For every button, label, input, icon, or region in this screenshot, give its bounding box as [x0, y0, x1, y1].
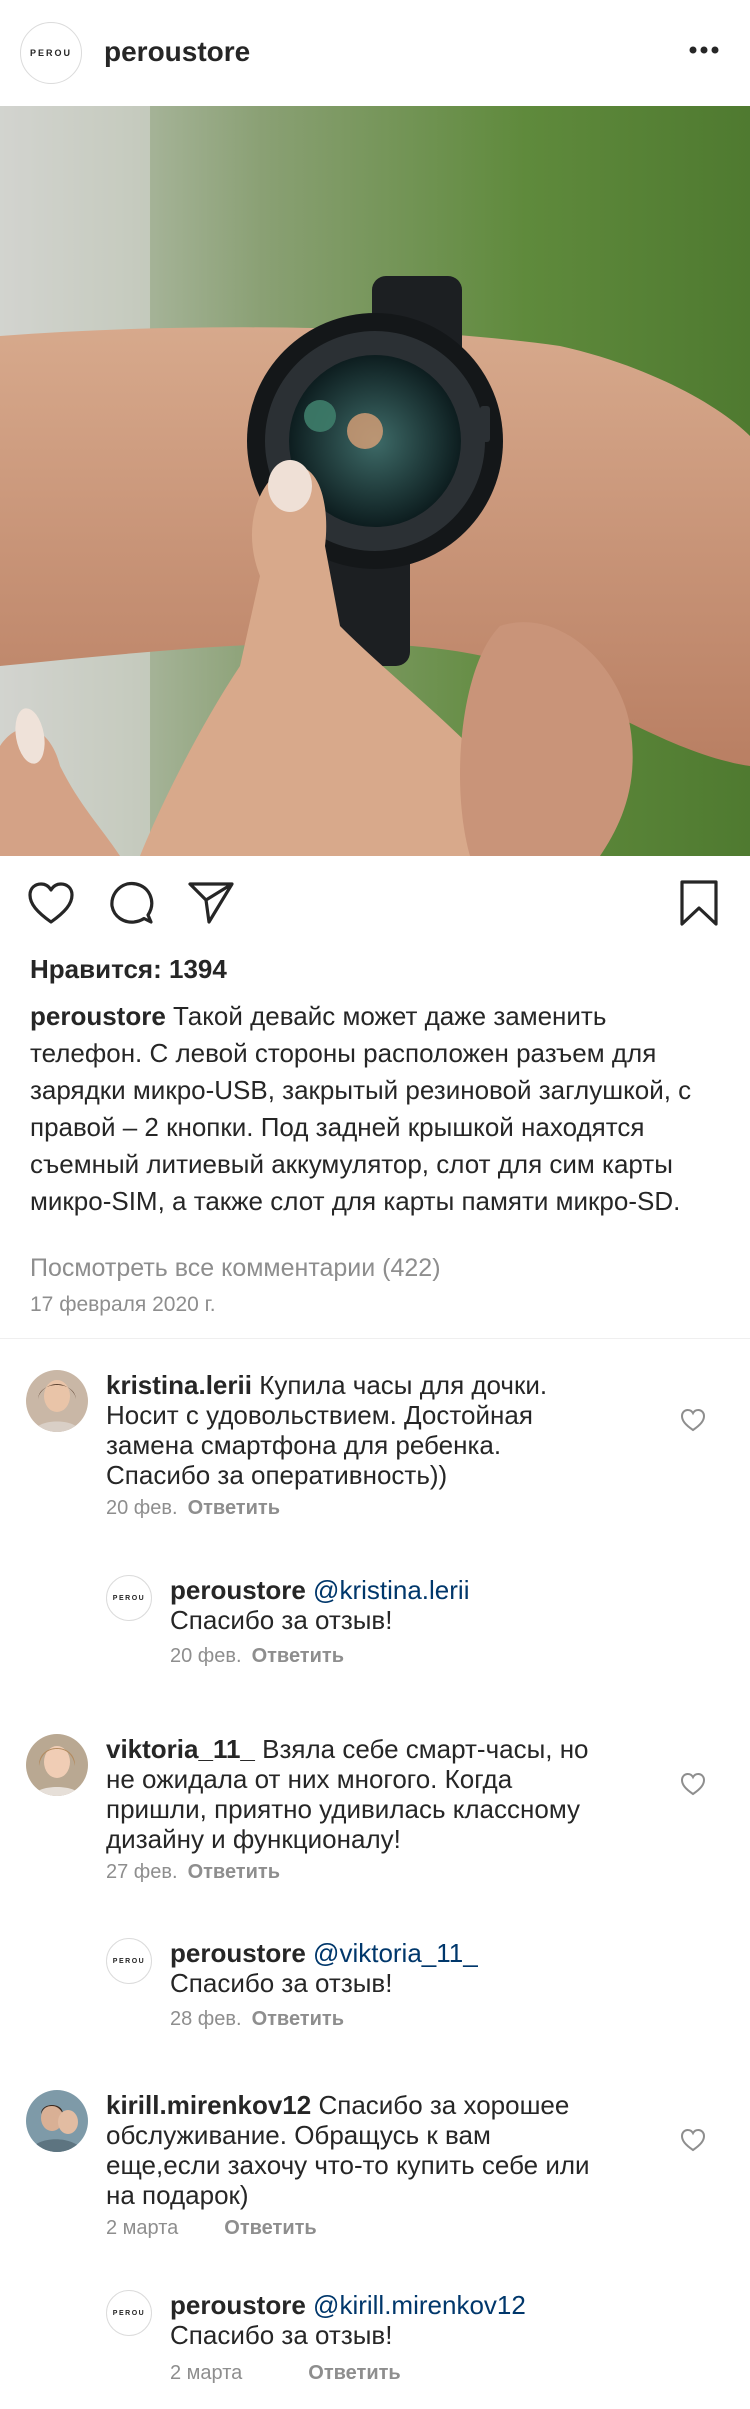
heart-icon[interactable] — [24, 876, 78, 930]
reply-username[interactable]: peroustore — [170, 1575, 306, 1605]
comment-text: kirill.mirenkov12 Спасибо за хорошее обс… — [106, 2090, 676, 2210]
view-all-comments-link[interactable]: Посмотреть все комментарии (422) — [30, 1254, 441, 1283]
comment-item: kristina.lerii Купила часы для дочки. Но… — [26, 1370, 726, 1530]
comment-line: на подарок) — [106, 2180, 249, 2210]
logo-text: PEROU — [112, 1594, 146, 1602]
reply-meta: 28 фев. Ответить — [170, 2008, 344, 2031]
mention-link[interactable]: @viktoria_11_ — [313, 1938, 478, 1968]
comment-date: 20 фев. — [170, 1645, 242, 1667]
bookmark-icon[interactable] — [672, 876, 726, 930]
reply-line: Спасибо за отзыв! — [170, 1968, 393, 1998]
reply-text: peroustore @viktoria_11_ Спасибо за отзы… — [170, 1938, 690, 1998]
comment-date: 2 марта — [106, 2217, 179, 2239]
divider — [0, 1338, 750, 1339]
comment-meta: 2 марта Ответить — [106, 2217, 317, 2240]
post-actions — [0, 856, 750, 948]
reply-line: Спасибо за отзыв! — [170, 2320, 393, 2350]
comment-text: viktoria_11_ Взяла себе смарт-часы, но н… — [106, 1734, 666, 1854]
post-photo[interactable] — [0, 106, 750, 856]
reply-item: PEROU peroustore @kristina.lerii Спасибо… — [106, 1575, 706, 1675]
comment-like-icon[interactable] — [680, 2127, 706, 2153]
header-username[interactable]: peroustore — [104, 36, 250, 68]
comment-username[interactable]: kristina.lerii — [106, 1370, 252, 1400]
comment-line: еще,если захочу что-то купить себе или — [106, 2150, 590, 2180]
comment-line: Спасибо за хорошее — [318, 2090, 570, 2120]
reply-item: PEROU peroustore @kirill.mirenkov12 Спас… — [106, 2290, 706, 2400]
reply-button[interactable]: Ответить — [308, 2362, 400, 2384]
comment-line: замена смартфона для ребенка. — [106, 1430, 502, 1460]
comment-line: дизайну и функционалу! — [106, 1824, 401, 1854]
comment-date: 2 марта — [170, 2362, 243, 2384]
comment-username[interactable]: kirill.mirenkov12 — [106, 2090, 311, 2120]
reply-button[interactable]: Ответить — [188, 1497, 280, 1519]
mention-link[interactable]: @kristina.lerii — [313, 1575, 469, 1605]
comment-like-icon[interactable] — [680, 1771, 706, 1797]
likes-count[interactable]: Нравится: 1394 — [30, 954, 227, 985]
comment-meta: 27 фев. Ответить — [106, 1861, 280, 1884]
avatar[interactable] — [26, 2090, 88, 2152]
avatar[interactable] — [26, 1734, 88, 1796]
more-horizontal-icon[interactable] — [686, 32, 722, 68]
comment-username[interactable]: viktoria_11_ — [106, 1734, 255, 1764]
avatar[interactable]: PEROU — [106, 1575, 152, 1621]
comment-meta: 20 фев. Ответить — [106, 1497, 280, 1520]
reply-item: PEROU peroustore @viktoria_11_ Спасибо з… — [106, 1938, 706, 2038]
caption-text: Такой девайс может даже заменить телефон… — [30, 1001, 692, 1216]
avatar[interactable]: PEROU — [106, 1938, 152, 1984]
comment-date: 27 фев. — [106, 1861, 178, 1883]
post-date: 17 февраля 2020 г. — [30, 1293, 216, 1316]
comment-line: Купила часы для дочки. — [259, 1370, 548, 1400]
reply-button[interactable]: Ответить — [188, 1861, 280, 1883]
comment-date: 20 фев. — [106, 1497, 178, 1519]
reply-line: Спасибо за отзыв! — [170, 1605, 393, 1635]
post-header: PEROU peroustore — [0, 0, 750, 106]
comment-line: не ожидала от них многого. Когда — [106, 1764, 513, 1794]
comment-line: пришли, приятно удивилась классному — [106, 1794, 581, 1824]
comment-line: обслуживание. Обращусь к вам — [106, 2120, 491, 2150]
comment-icon[interactable] — [104, 876, 158, 930]
reply-text: peroustore @kristina.lerii Спасибо за от… — [170, 1575, 690, 1635]
comment-like-icon[interactable] — [680, 1407, 706, 1433]
avatar[interactable] — [26, 1370, 88, 1432]
reply-text: peroustore @kirill.mirenkov12 Спасибо за… — [170, 2290, 690, 2350]
comment-date: 28 фев. — [170, 2008, 242, 2030]
comment-item: viktoria_11_ Взяла себе смарт-часы, но н… — [26, 1734, 726, 1894]
reply-button[interactable]: Ответить — [252, 1645, 344, 1667]
logo-text: PEROU — [112, 1957, 146, 1965]
comment-item: kirill.mirenkov12 Спасибо за хорошее обс… — [26, 2090, 726, 2250]
reply-button[interactable]: Ответить — [224, 2217, 316, 2239]
reply-meta: 2 марта Ответить — [170, 2362, 401, 2385]
share-icon[interactable] — [184, 876, 238, 930]
avatar[interactable]: PEROU — [106, 2290, 152, 2336]
comment-line: Носит с удовольствием. Достойная — [106, 1400, 533, 1430]
reply-username[interactable]: peroustore — [170, 1938, 306, 1968]
smartwatch-photo — [0, 106, 750, 856]
mention-link[interactable]: @kirill.mirenkov12 — [313, 2290, 526, 2320]
logo-text: PEROU — [112, 2309, 146, 2317]
reply-username[interactable]: peroustore — [170, 2290, 306, 2320]
reply-meta: 20 фев. Ответить — [170, 1645, 344, 1668]
caption-username[interactable]: peroustore — [30, 1001, 166, 1031]
comment-line: Спасибо за оперативность)) — [106, 1460, 448, 1490]
reply-button[interactable]: Ответить — [252, 2008, 344, 2030]
comment-line: Взяла себе смарт-часы, но — [262, 1734, 589, 1764]
store-avatar[interactable]: PEROU — [20, 22, 82, 84]
logo-text: PEROU — [29, 48, 72, 58]
comment-text: kristina.lerii Купила часы для дочки. Но… — [106, 1370, 666, 1490]
post-caption: peroustore Такой девайс может даже замен… — [30, 998, 720, 1220]
